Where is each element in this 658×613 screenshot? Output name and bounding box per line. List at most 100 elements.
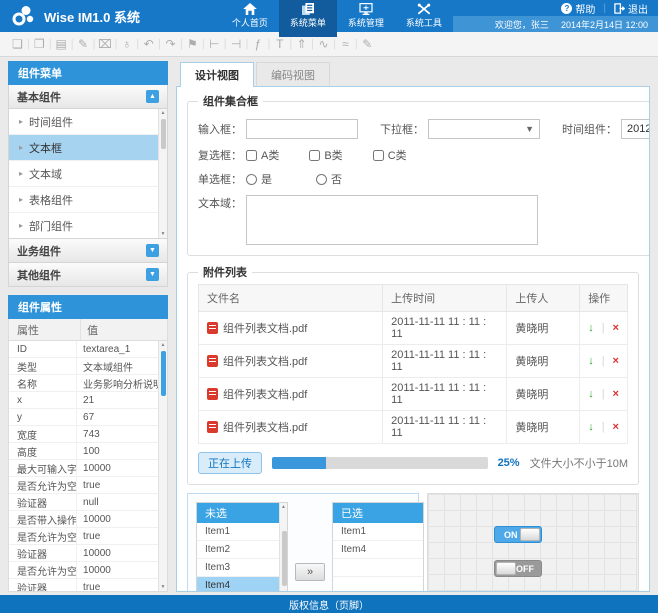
list-item-Item1[interactable]: Item1: [333, 523, 423, 541]
property-row[interactable]: 名称业务影响分析说明: [9, 375, 158, 392]
scrollbar[interactable]: ▲ ▼: [158, 341, 167, 591]
expand-icon[interactable]: ▼: [146, 244, 159, 257]
scrollbar[interactable]: ▲ ▼: [279, 503, 287, 592]
checkbox-A类[interactable]: [246, 150, 257, 161]
list-item-Item2[interactable]: Item2: [197, 541, 279, 559]
radio-option-否[interactable]: 否: [316, 171, 342, 187]
checkbox-B类[interactable]: [309, 150, 320, 161]
undo-icon[interactable]: ↶: [139, 38, 158, 50]
scrollbar[interactable]: ▲ ▼: [158, 109, 167, 238]
file-name[interactable]: 组件列表文档.pdf: [223, 389, 307, 401]
list-item-Item3[interactable]: Item3: [197, 559, 279, 577]
function-icon[interactable]: ƒ: [248, 38, 267, 50]
property-row[interactable]: 最大可输入字符数10000: [9, 460, 158, 477]
sidebar-item-表格组件[interactable]: ▸表格组件: [9, 187, 158, 213]
property-row[interactable]: y67: [9, 409, 158, 426]
outdent-icon[interactable]: ⊣: [227, 38, 246, 50]
download-icon[interactable]: ↓: [588, 322, 594, 334]
upload-file-icon[interactable]: ⇑: [292, 38, 311, 50]
save-icon[interactable]: ▤: [52, 38, 71, 50]
list-item-Item4[interactable]: Item4: [197, 577, 279, 592]
file-name[interactable]: 组件列表文档.pdf: [223, 422, 307, 434]
sidebar-item-时间组件[interactable]: ▸时间组件: [9, 109, 158, 135]
sidebar-item-文本框[interactable]: ▸文本框: [9, 135, 158, 161]
text-icon[interactable]: T: [270, 38, 289, 50]
scroll-thumb[interactable]: [161, 351, 166, 396]
checkbox-option-C类[interactable]: C类: [373, 147, 407, 163]
property-row[interactable]: 是否允许为空true: [9, 477, 158, 494]
redo-icon[interactable]: ↷: [161, 38, 180, 50]
file-name[interactable]: 组件列表文档.pdf: [223, 356, 307, 368]
property-row[interactable]: 验证器true: [9, 579, 158, 592]
delete-icon[interactable]: ⌧: [95, 38, 114, 50]
scroll-thumb[interactable]: [282, 531, 287, 586]
wave-dotted-icon[interactable]: ≈: [336, 38, 355, 50]
collapse-icon[interactable]: ▲: [146, 90, 159, 103]
delete-icon[interactable]: ×: [613, 421, 619, 433]
scroll-up-icon[interactable]: ▲: [281, 504, 286, 510]
list-item-Item1[interactable]: Item1: [197, 523, 279, 541]
delete-icon[interactable]: ×: [613, 388, 619, 400]
delete-icon[interactable]: ×: [613, 322, 619, 334]
uploading-button[interactable]: 正在上传: [198, 452, 262, 474]
scroll-down-icon[interactable]: ▼: [161, 584, 166, 590]
download-icon[interactable]: ↓: [588, 388, 594, 400]
checkbox-option-B类[interactable]: B类: [309, 147, 342, 163]
property-row[interactable]: 高度100: [9, 443, 158, 460]
section-business-components[interactable]: 业务组件 ▼: [8, 239, 168, 263]
help-button[interactable]: ? 帮助: [561, 1, 595, 16]
section-other-components[interactable]: 其他组件 ▼: [8, 263, 168, 287]
flag-icon[interactable]: ⚑: [183, 38, 202, 50]
pencil-icon[interactable]: ✎: [358, 38, 377, 50]
logout-button[interactable]: 退出: [614, 1, 648, 16]
wave-line-icon[interactable]: ∿: [314, 38, 333, 50]
toggle-knob[interactable]: [496, 562, 516, 575]
text-input[interactable]: [246, 119, 358, 139]
new-file-icon[interactable]: ❏: [8, 38, 27, 50]
download-icon[interactable]: ↓: [588, 355, 594, 367]
checkbox-option-A类[interactable]: A类: [246, 147, 279, 163]
toggle-on[interactable]: ON: [494, 526, 542, 543]
edit-document-icon[interactable]: ✎: [74, 38, 93, 50]
list-item-Item4[interactable]: Item4: [333, 541, 423, 559]
property-row[interactable]: IDtextarea_1: [9, 341, 158, 358]
date-input[interactable]: [621, 119, 650, 139]
move-right-button[interactable]: »: [295, 563, 325, 581]
scroll-thumb[interactable]: [161, 119, 166, 149]
file-name[interactable]: 组件列表文档.pdf: [223, 323, 307, 335]
property-row[interactable]: x21: [9, 392, 158, 409]
globe-icon[interactable]: ♁: [117, 38, 136, 50]
property-row[interactable]: 验证器null: [9, 494, 158, 511]
tab-design-view[interactable]: 设计视图: [180, 62, 254, 87]
nav-item-system-menu[interactable]: 系统菜单: [279, 0, 337, 32]
sidebar-item-部门组件[interactable]: ▸部门组件: [9, 213, 158, 239]
expand-icon[interactable]: ▼: [146, 268, 159, 281]
scroll-down-icon[interactable]: ▼: [161, 231, 166, 237]
textarea-field[interactable]: [246, 195, 538, 245]
open-folder-icon[interactable]: ❐: [30, 38, 49, 50]
property-row[interactable]: 是否允许为空true: [9, 528, 158, 545]
move-left-button[interactable]: «: [295, 591, 325, 592]
checkbox-C类[interactable]: [373, 150, 384, 161]
property-row[interactable]: 验证器10000: [9, 545, 158, 562]
property-row[interactable]: 是否允许为空10000: [9, 562, 158, 579]
nav-item-system-manage[interactable]: 系统管理: [337, 0, 395, 32]
toggle-off[interactable]: OFF: [494, 560, 542, 577]
nav-item-home[interactable]: 个人首页: [221, 0, 279, 32]
section-basic-components[interactable]: 基本组件 ▲: [8, 85, 168, 109]
radio-否[interactable]: [316, 174, 327, 185]
nav-item-system-tools[interactable]: 系统工具: [395, 0, 453, 32]
indent-icon[interactable]: ⊢: [205, 38, 224, 50]
delete-icon[interactable]: ×: [613, 355, 619, 367]
radio-是[interactable]: [246, 174, 257, 185]
property-row[interactable]: 是否带入操作原因10000: [9, 511, 158, 528]
design-canvas[interactable]: ON OFF: [427, 493, 639, 592]
property-row[interactable]: 宽度743: [9, 426, 158, 443]
scroll-up-icon[interactable]: ▲: [161, 110, 166, 116]
toggle-knob[interactable]: [520, 528, 540, 541]
property-row[interactable]: 类型文本域组件: [9, 358, 158, 375]
scroll-up-icon[interactable]: ▲: [161, 342, 166, 348]
dropdown-select[interactable]: ▼: [428, 119, 540, 139]
tab-code-view[interactable]: 编码视图: [256, 62, 330, 87]
sidebar-item-文本域[interactable]: ▸文本域: [9, 161, 158, 187]
